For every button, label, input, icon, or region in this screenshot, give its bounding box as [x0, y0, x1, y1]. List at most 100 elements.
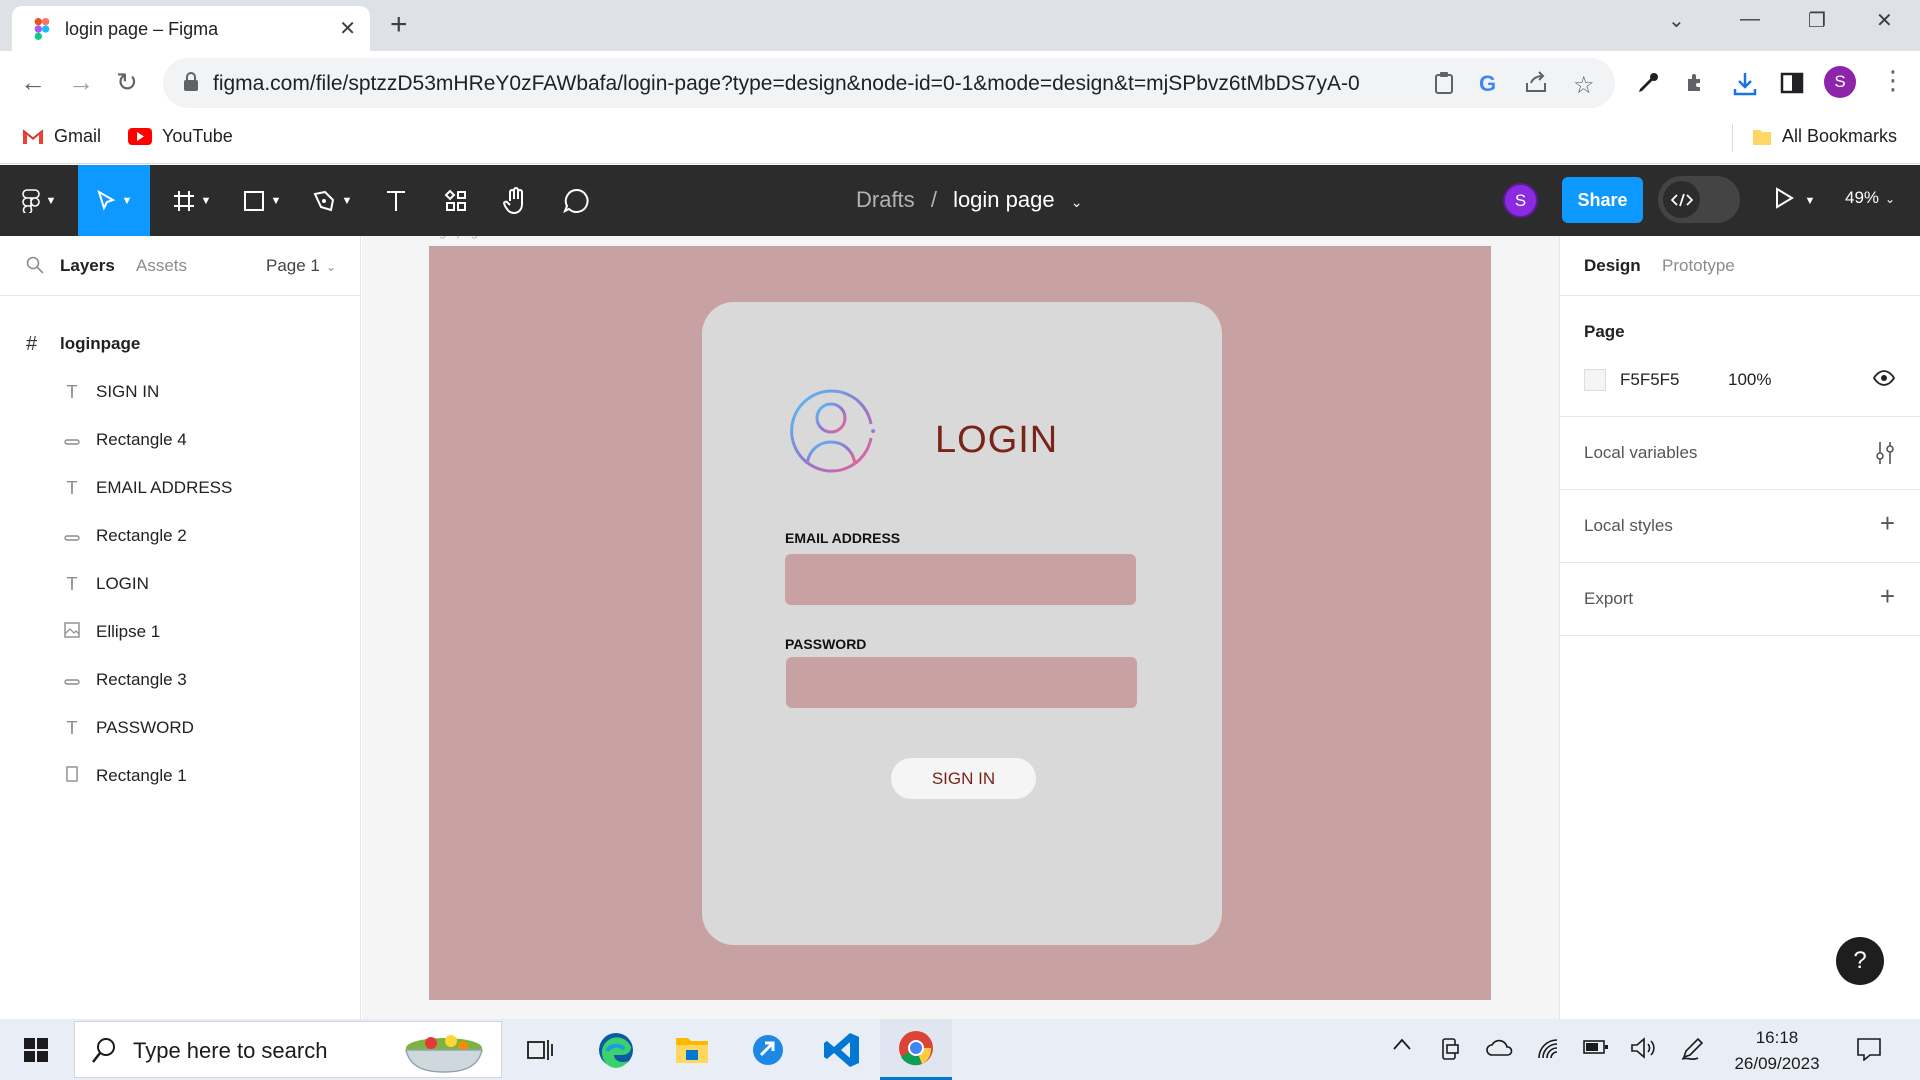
- move-tool-button[interactable]: ▼: [78, 165, 150, 236]
- task-view-button[interactable]: [504, 1019, 576, 1080]
- layer-item[interactable]: Rectangle 3: [0, 656, 361, 704]
- dev-mode-toggle[interactable]: [1658, 176, 1740, 223]
- email-label[interactable]: EMAIL ADDRESS: [785, 530, 900, 546]
- extensions-icon[interactable]: [1684, 71, 1708, 100]
- shape-tool-button[interactable]: ▼: [234, 165, 290, 236]
- file-explorer-app[interactable]: [656, 1019, 728, 1080]
- tab-prototype[interactable]: Prototype: [1662, 256, 1735, 276]
- tab-assets[interactable]: Assets: [136, 256, 187, 276]
- file-name[interactable]: login page: [953, 187, 1055, 212]
- zoom-level[interactable]: 49% ⌄: [1845, 188, 1895, 208]
- onedrive-icon[interactable]: [1486, 1037, 1514, 1062]
- email-field[interactable]: [785, 554, 1136, 605]
- page-color-hex[interactable]: F5F5F5: [1620, 370, 1680, 390]
- chevron-down-icon[interactable]: ⌄: [1071, 194, 1083, 210]
- page-selector[interactable]: Page 1 ⌄: [266, 256, 336, 276]
- layer-item[interactable]: T LOGIN: [0, 560, 361, 608]
- notifications-icon[interactable]: [1856, 1037, 1882, 1066]
- password-label[interactable]: PASSWORD: [785, 636, 866, 652]
- taskbar-search-box[interactable]: Type here to search: [74, 1021, 502, 1078]
- url-omnibox[interactable]: figma.com/file/sptzzD53mHReY0zFAWbafa/lo…: [163, 58, 1615, 108]
- main-menu-button[interactable]: ▼: [14, 165, 64, 236]
- close-window-icon[interactable]: ✕: [1876, 8, 1893, 33]
- password-field[interactable]: [786, 657, 1137, 708]
- battery-icon[interactable]: [1582, 1037, 1610, 1062]
- layer-frame-loginpage[interactable]: # loginpage: [0, 320, 361, 368]
- google-icon[interactable]: G: [1479, 71, 1496, 97]
- volume-icon[interactable]: [1630, 1037, 1658, 1064]
- eye-icon[interactable]: [1872, 370, 1896, 391]
- browser-tab[interactable]: login page – Figma ✕: [12, 6, 370, 51]
- bookmark-youtube[interactable]: YouTube: [128, 126, 233, 147]
- local-variables-section[interactable]: Local variables: [1560, 417, 1920, 490]
- present-button[interactable]: ▼: [1774, 187, 1815, 214]
- show-hidden-icons-icon[interactable]: [1392, 1037, 1412, 1056]
- side-panel-icon[interactable]: [1780, 71, 1804, 100]
- chrome-app[interactable]: [880, 1019, 952, 1080]
- resources-tool-button[interactable]: [436, 165, 476, 236]
- page-color-swatch[interactable]: [1584, 369, 1606, 391]
- bookmark-star-icon[interactable]: ☆: [1573, 71, 1595, 100]
- tab-design[interactable]: Design: [1584, 256, 1641, 276]
- tab-layers[interactable]: Layers: [60, 256, 115, 276]
- new-tab-icon[interactable]: +: [390, 8, 408, 42]
- comment-tool-button[interactable]: [556, 165, 596, 236]
- layer-item[interactable]: Rectangle 2: [0, 512, 361, 560]
- lock-icon[interactable]: [183, 72, 199, 97]
- local-styles-section[interactable]: Local styles +: [1560, 490, 1920, 563]
- minimize-icon[interactable]: —: [1740, 8, 1760, 31]
- hand-tool-button[interactable]: [496, 165, 536, 236]
- edge-app[interactable]: [580, 1019, 652, 1080]
- bookmark-gmail[interactable]: Gmail: [22, 126, 101, 147]
- share-page-icon[interactable]: [1525, 71, 1549, 98]
- add-export-icon[interactable]: +: [1880, 581, 1895, 612]
- downloads-icon[interactable]: [1732, 71, 1758, 102]
- login-heading[interactable]: LOGIN: [935, 419, 1058, 462]
- layer-item[interactable]: T SIGN IN: [0, 368, 361, 416]
- food-bowl-icon[interactable]: [401, 1028, 487, 1079]
- profile-avatar[interactable]: S: [1824, 66, 1856, 98]
- url-text[interactable]: figma.com/file/sptzzD53mHReY0zFAWbafa/lo…: [213, 72, 1360, 96]
- pen-ink-icon[interactable]: [1680, 1037, 1706, 1066]
- export-section[interactable]: Export +: [1560, 563, 1920, 636]
- vscode-app[interactable]: [806, 1019, 878, 1080]
- start-button[interactable]: [0, 1019, 72, 1080]
- reload-icon[interactable]: ↻: [116, 67, 138, 97]
- text-tool-button[interactable]: [376, 165, 416, 236]
- all-bookmarks-button[interactable]: All Bookmarks: [1752, 126, 1897, 147]
- back-icon[interactable]: ←: [20, 67, 46, 97]
- forward-icon[interactable]: →: [68, 67, 94, 97]
- pen-tool-button[interactable]: ▼: [304, 165, 360, 236]
- wifi-icon[interactable]: [1536, 1037, 1560, 1066]
- pinned-app[interactable]: [732, 1019, 804, 1080]
- meet-now-icon[interactable]: [1440, 1037, 1462, 1066]
- layer-item[interactable]: T PASSWORD: [0, 704, 361, 752]
- design-canvas[interactable]: loginpage LOGIN EMAIL ADDRESS: [362, 236, 1559, 1019]
- help-button[interactable]: ?: [1836, 937, 1884, 985]
- variables-settings-icon[interactable]: [1875, 441, 1895, 470]
- frame-tool-button[interactable]: ▼: [164, 165, 220, 236]
- frame-title-label[interactable]: loginpage: [429, 236, 485, 239]
- breadcrumb[interactable]: Drafts / login page ⌄: [856, 187, 1082, 213]
- chrome-menu-icon[interactable]: ⋮: [1880, 65, 1906, 96]
- sign-in-button[interactable]: SIGN IN: [891, 758, 1036, 799]
- layer-item[interactable]: Rectangle 4: [0, 416, 361, 464]
- loginpage-frame[interactable]: LOGIN EMAIL ADDRESS PASSWORD SIGN IN: [429, 246, 1491, 1000]
- layer-item[interactable]: Rectangle 1: [0, 752, 361, 800]
- layer-item[interactable]: T EMAIL ADDRESS: [0, 464, 361, 512]
- tab-close-icon[interactable]: ✕: [339, 16, 356, 41]
- page-opacity[interactable]: 100%: [1728, 370, 1771, 390]
- layer-item[interactable]: Ellipse 1: [0, 608, 361, 656]
- taskbar-clock[interactable]: 16:18 26/09/2023: [1722, 1025, 1832, 1077]
- tab-search-chevron-icon[interactable]: ⌄: [1668, 8, 1685, 33]
- breadcrumb-drafts[interactable]: Drafts: [856, 187, 915, 212]
- collaborator-avatar[interactable]: S: [1503, 183, 1538, 218]
- clipboard-icon[interactable]: [1433, 71, 1455, 100]
- user-avatar-icon[interactable]: [787, 386, 879, 483]
- add-style-icon[interactable]: +: [1880, 508, 1895, 539]
- eyedropper-extension-icon[interactable]: [1636, 71, 1660, 100]
- login-card[interactable]: LOGIN EMAIL ADDRESS PASSWORD SIGN IN: [702, 302, 1222, 945]
- search-layers-icon[interactable]: [26, 256, 44, 279]
- share-button[interactable]: Share: [1562, 177, 1643, 223]
- restore-icon[interactable]: ❐: [1808, 8, 1826, 33]
